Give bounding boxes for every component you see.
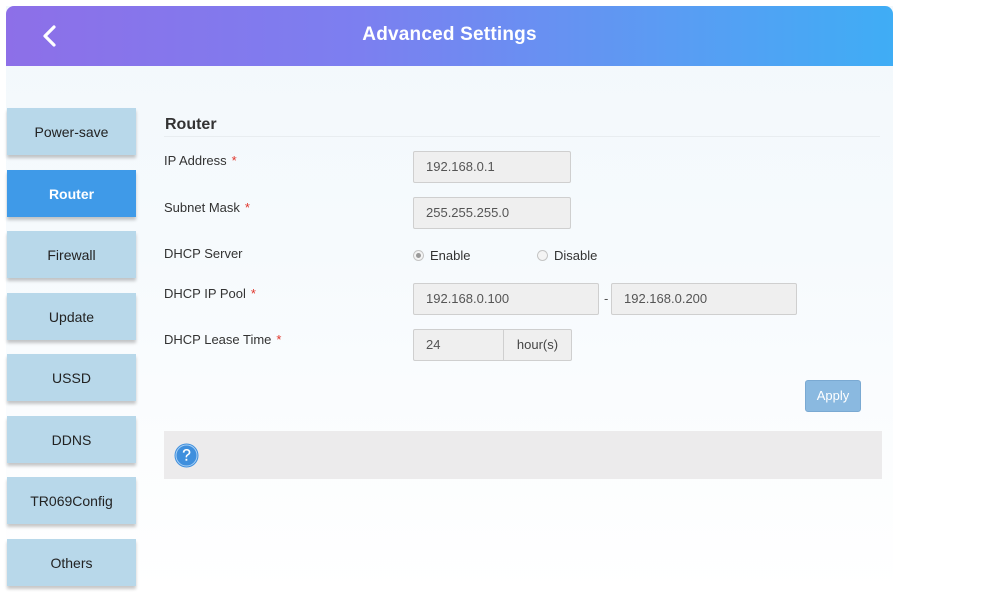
app-window: Advanced Settings Power-save Router Fire… <box>6 6 893 592</box>
subnet-mask-label: Subnet Mask * <box>164 200 250 215</box>
sidebar-item-router[interactable]: Router <box>7 170 136 217</box>
apply-button[interactable]: Apply <box>805 380 861 412</box>
sidebar-item-label: Router <box>48 185 95 202</box>
ip-address-label-text: IP Address <box>164 153 227 168</box>
lease-time-field[interactable]: 24 <box>413 329 504 361</box>
required-marker: * <box>250 286 256 301</box>
sidebar-item-update[interactable]: Update <box>7 293 136 340</box>
sidebar-item-label: USSD <box>52 369 91 386</box>
dhcp-disable-label: Disable <box>554 248 598 263</box>
sidebar-item-label: Firewall <box>47 246 96 263</box>
sidebar-item-label: Update <box>48 308 95 325</box>
section-title: Router <box>165 116 217 133</box>
subnet-mask-field[interactable]: 255.255.255.0 <box>413 197 571 229</box>
sidebar-item-power-save[interactable]: Power-save <box>7 108 136 155</box>
radio-unchecked-icon <box>537 250 548 261</box>
section-divider <box>164 136 880 137</box>
required-marker: * <box>244 200 250 215</box>
sidebar-item-label: TR069Config <box>30 492 113 509</box>
sidebar-item-label: Others <box>50 554 93 571</box>
radio-checked-icon <box>413 250 424 261</box>
sidebar-item-label: DDNS <box>51 431 92 448</box>
dhcp-enable-label: Enable <box>430 248 471 263</box>
header-bar: Advanced Settings <box>6 6 893 66</box>
sidebar-item-ussd[interactable]: USSD <box>7 354 136 401</box>
question-circle-icon <box>174 443 199 468</box>
dhcp-enable-radio[interactable]: Enable <box>413 248 470 263</box>
dhcp-pool-end-field[interactable]: 192.168.0.200 <box>611 283 797 315</box>
help-button[interactable] <box>174 443 199 468</box>
help-bar <box>164 431 882 479</box>
dhcp-ip-pool-label-text: DHCP IP Pool <box>164 286 246 301</box>
dhcp-pool-start-field[interactable]: 192.168.0.100 <box>413 283 599 315</box>
lease-time-unit: hour(s) <box>504 329 572 361</box>
dhcp-lease-time-label-text: DHCP Lease Time <box>164 332 272 347</box>
dhcp-ip-pool-label: DHCP IP Pool * <box>164 286 256 301</box>
dhcp-server-label: DHCP Server <box>164 246 243 261</box>
ip-address-field[interactable]: 192.168.0.1 <box>413 151 571 183</box>
sidebar-item-firewall[interactable]: Firewall <box>7 231 136 278</box>
sidebar-item-label: Power-save <box>34 123 109 140</box>
required-marker: * <box>231 153 237 168</box>
dhcp-lease-time-label: DHCP Lease Time * <box>164 332 281 347</box>
pool-separator: - <box>604 291 609 306</box>
page-title: Advanced Settings <box>362 24 537 45</box>
sidebar-item-ddns[interactable]: DDNS <box>7 416 136 463</box>
sidebar-item-tr069config[interactable]: TR069Config <box>7 477 136 524</box>
sidebar-item-others[interactable]: Others <box>7 539 136 586</box>
subnet-mask-label-text: Subnet Mask <box>164 200 240 215</box>
required-marker: * <box>276 332 282 347</box>
dhcp-disable-radio[interactable]: Disable <box>537 248 597 263</box>
ip-address-label: IP Address * <box>164 153 237 168</box>
